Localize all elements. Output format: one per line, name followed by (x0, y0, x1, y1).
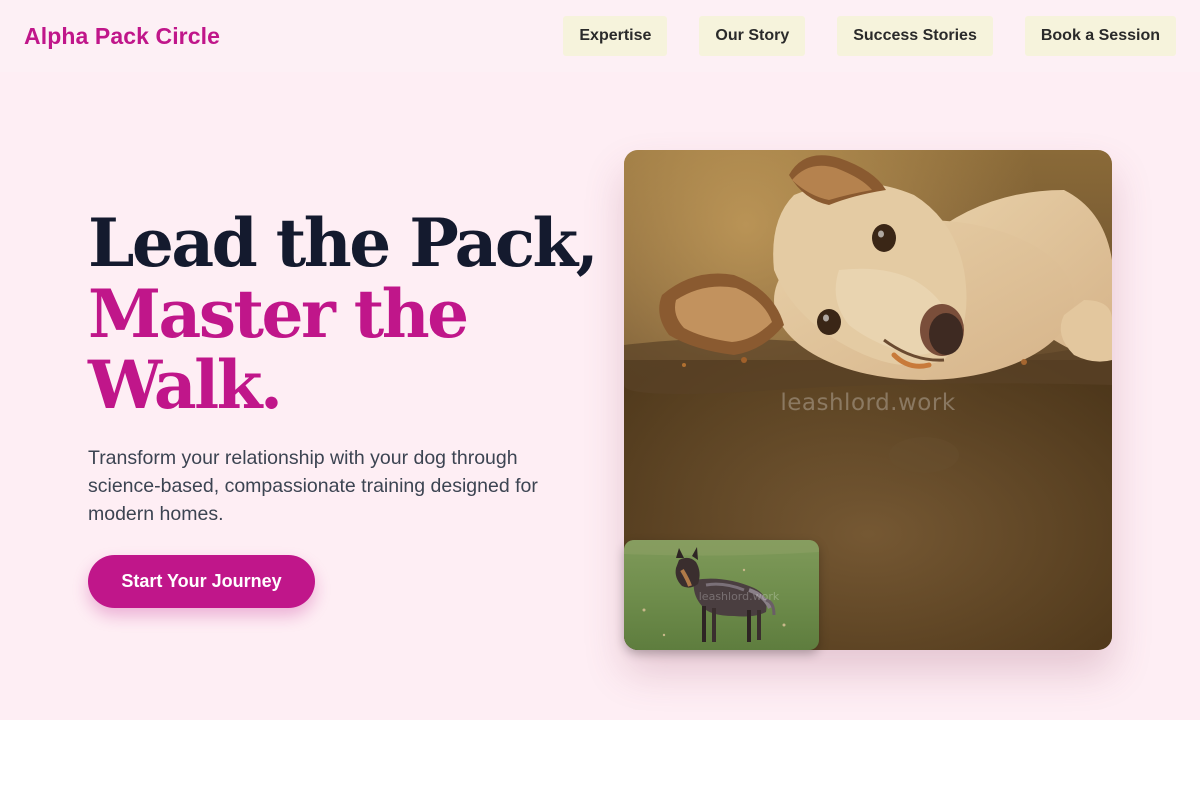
nav-link-our-story[interactable]: Our Story (699, 16, 806, 56)
nav-link-success-stories[interactable]: Success Stories (837, 16, 993, 56)
start-journey-button[interactable]: Start Your Journey (88, 555, 315, 608)
headline-line-1: Lead the Pack, (88, 204, 599, 282)
brand-logo[interactable]: Alpha Pack Circle (24, 23, 220, 50)
nav-links: Expertise Our Story Success Stories Book… (563, 16, 1176, 56)
nav-link-expertise[interactable]: Expertise (563, 16, 668, 56)
headline-accent-line-1: Master the (88, 275, 469, 353)
hero-headline: Lead the Pack, Master the Walk. (88, 208, 608, 421)
main-image-watermark: leashlord.work (780, 390, 956, 416)
hero-subtitle: Transform your relationship with your do… (88, 447, 538, 525)
hero-section: Lead the Pack, Master the Walk. Transfor… (0, 72, 1200, 720)
inset-image-watermark: leashlord.work (698, 590, 780, 603)
nav-link-book-a-session[interactable]: Book a Session (1024, 16, 1176, 56)
inset-dog-photo: leashlord.work (624, 540, 819, 650)
top-nav: Alpha Pack Circle Expertise Our Story Su… (0, 0, 1200, 72)
headline-accent-line-2: Walk. (88, 346, 283, 424)
